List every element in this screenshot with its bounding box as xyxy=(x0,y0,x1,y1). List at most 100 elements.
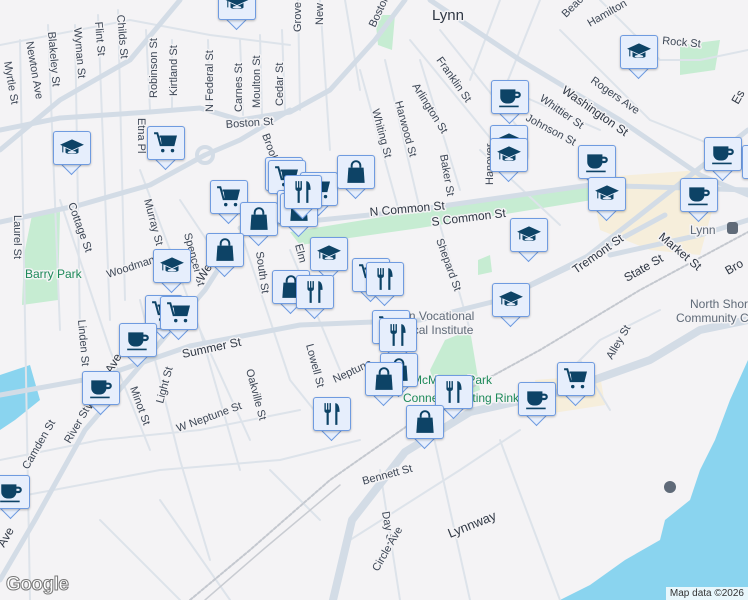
school-icon xyxy=(626,39,652,65)
restaurant-icon xyxy=(441,379,467,405)
street-label: Flint St xyxy=(92,21,107,56)
map-marker-coffee[interactable] xyxy=(82,371,120,417)
street-label: Bro xyxy=(723,256,746,278)
street-label: Carnes St xyxy=(233,63,245,112)
street-label: Lowell St xyxy=(303,343,326,389)
restaurant-icon xyxy=(319,401,345,427)
street-label: Moulton St xyxy=(251,55,263,108)
station-label: Lynn xyxy=(690,223,716,237)
map-marker-coffee[interactable] xyxy=(704,137,742,183)
map-marker-coffee[interactable] xyxy=(518,382,556,428)
restaurant-icon xyxy=(290,179,316,205)
map-marker-school[interactable] xyxy=(53,131,91,177)
street-label: South St xyxy=(253,251,271,294)
map-marker-coffee[interactable] xyxy=(0,475,30,521)
school-icon xyxy=(224,0,250,16)
restaurant-icon xyxy=(372,266,398,292)
map-marker-cart[interactable] xyxy=(147,126,185,172)
street-label: Woodman xyxy=(105,254,156,281)
street-label: Boston St xyxy=(225,116,273,131)
restaurant-icon xyxy=(302,279,328,305)
map-marker-coffee[interactable] xyxy=(742,145,748,191)
poi-label: Community College xyxy=(676,311,748,325)
map-marker-school[interactable] xyxy=(588,177,626,223)
map-marker-restaurant[interactable] xyxy=(313,397,351,443)
street-label: Bennett St xyxy=(361,463,414,488)
map-marker-school[interactable] xyxy=(218,0,256,32)
map-marker-restaurant[interactable] xyxy=(366,262,404,308)
cart-icon xyxy=(166,300,192,326)
street-label: Alley St xyxy=(604,323,633,361)
bag-icon xyxy=(212,237,238,263)
school-icon xyxy=(498,287,524,313)
restaurant-icon xyxy=(385,322,411,348)
coffee-icon xyxy=(524,386,550,412)
map-marker-coffee[interactable] xyxy=(680,178,718,224)
bag-icon xyxy=(343,159,369,185)
train-station-icon xyxy=(727,222,738,234)
street-label: Childs St xyxy=(114,14,130,59)
google-logo: Google xyxy=(5,574,69,596)
street-label: Etna Pl xyxy=(135,118,147,153)
coffee-icon xyxy=(584,149,610,175)
school-icon xyxy=(594,181,620,207)
street-label: Blakeley St xyxy=(45,31,62,87)
street-label: Wyman St xyxy=(71,27,87,78)
bag-icon xyxy=(412,409,438,435)
street-label: Hamilton xyxy=(586,0,630,30)
street-label: Es xyxy=(728,87,747,106)
map-marker-restaurant[interactable] xyxy=(284,175,322,221)
map-marker-school[interactable] xyxy=(620,35,658,81)
landmark-icon xyxy=(664,481,676,493)
school-icon xyxy=(316,241,342,267)
bag-icon xyxy=(246,206,272,232)
coffee-icon xyxy=(88,375,114,401)
map-marker-school[interactable] xyxy=(490,138,528,184)
barry-park-area xyxy=(22,212,60,305)
street-label: Whiting St xyxy=(369,108,394,160)
coffee-icon xyxy=(686,182,712,208)
street-label: Laurel St xyxy=(11,215,23,259)
map-marker-coffee[interactable] xyxy=(119,323,157,369)
map-marker-bag[interactable] xyxy=(240,202,278,248)
street-label: Harwood St xyxy=(392,100,418,159)
cart-icon xyxy=(563,366,589,392)
map-marker-bag[interactable] xyxy=(206,233,244,279)
street-label: Robinson St xyxy=(148,38,160,98)
cart-icon xyxy=(153,130,179,156)
street-label: Ave xyxy=(0,524,17,549)
coffee-icon xyxy=(125,327,151,353)
map-marker-cart[interactable] xyxy=(557,362,595,408)
map-marker-school[interactable] xyxy=(153,249,191,295)
street-label: Baker St xyxy=(437,153,456,197)
map-marker-cart[interactable] xyxy=(160,296,198,342)
street-label: Grove xyxy=(292,2,304,32)
map-marker-coffee[interactable] xyxy=(491,80,529,126)
street-label: New xyxy=(314,3,326,25)
street-label: Franklin St xyxy=(434,55,474,105)
street-label: Rock St xyxy=(662,35,701,50)
city-label: Lynn xyxy=(432,7,464,24)
street-label: W Neptune St xyxy=(175,400,243,435)
school-icon xyxy=(159,253,185,279)
coffee-icon xyxy=(0,479,24,505)
map-marker-school[interactable] xyxy=(492,283,530,329)
map-marker-bag[interactable] xyxy=(365,362,403,408)
map-attribution[interactable]: Map data ©2026 xyxy=(665,587,748,600)
street-label: Shepard St xyxy=(433,237,463,293)
street-label: Cedar St xyxy=(274,63,286,106)
street-label: Kirtland St xyxy=(168,45,180,96)
street-label: N Federal St xyxy=(204,50,216,112)
bag-icon xyxy=(371,366,397,392)
street-label: Oakville St xyxy=(243,368,268,422)
map-marker-school[interactable] xyxy=(510,218,548,264)
street-label: Myrtle St xyxy=(1,60,20,105)
street-label: Beaco xyxy=(560,0,591,20)
map-marker-bag[interactable] xyxy=(337,155,375,201)
map-marker-restaurant[interactable] xyxy=(296,275,334,321)
poi-label: North Shore xyxy=(690,297,748,311)
coffee-icon xyxy=(497,84,523,110)
park-label: Barry Park xyxy=(25,267,83,281)
map-marker-bag[interactable] xyxy=(406,405,444,451)
school-icon xyxy=(59,135,85,161)
